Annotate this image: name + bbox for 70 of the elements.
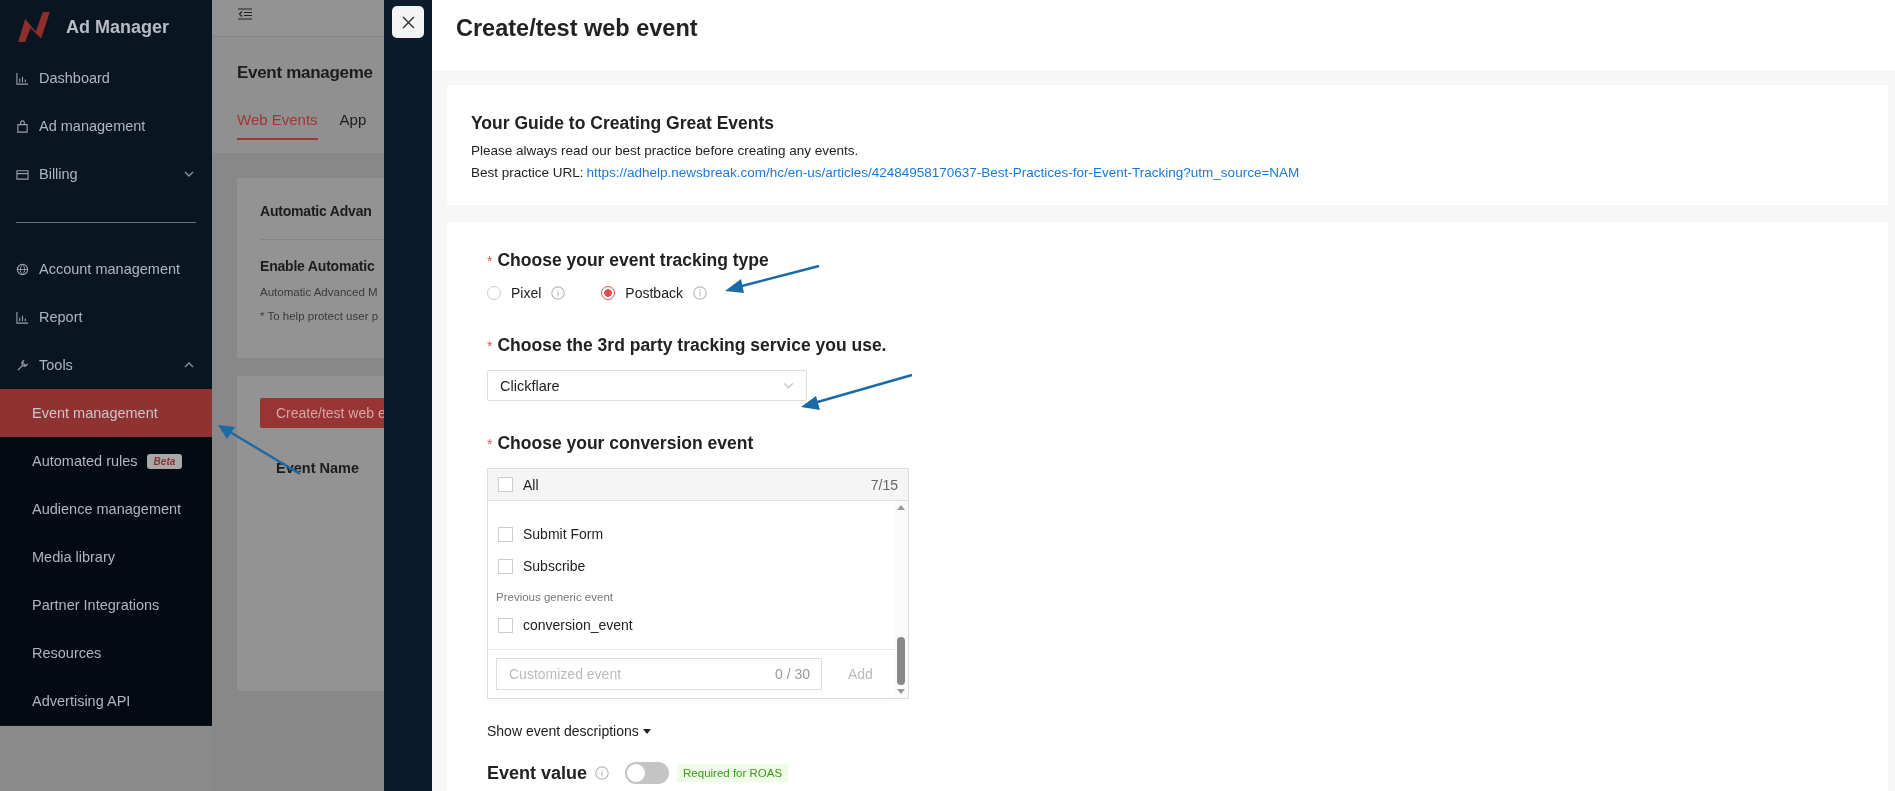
info-icon (595, 766, 610, 780)
guide-text: Please always read our best practice before creating any events. (471, 142, 860, 160)
bag-icon (16, 119, 29, 133)
radio-label[interactable]: Postback (625, 285, 683, 301)
group-label: Previous generic event (495, 590, 614, 605)
checkbox-label[interactable]: conversion_event (523, 617, 633, 633)
wrench-icon (16, 358, 29, 372)
checkbox-label[interactable]: Submit Form (523, 526, 604, 542)
radio-label[interactable]: Pixel (511, 285, 542, 301)
sidebar-item[interactable]: Partner Integrations (0, 581, 212, 629)
selection-count: 7/15 (870, 476, 898, 493)
sidebar-item[interactable]: Tools (0, 341, 212, 389)
guide-title: Your Guide to Creating Great Events (471, 113, 776, 134)
field-label: Choose your conversion event (497, 433, 754, 454)
bar-chart-icon (16, 71, 29, 85)
required-mark: * (487, 338, 493, 354)
card-title: Automatic Advan (260, 203, 373, 219)
info-icon (551, 286, 566, 300)
scroll-down-icon[interactable] (897, 689, 905, 694)
checkbox-label[interactable]: All (523, 476, 539, 493)
sidebar-item[interactable]: Automated rules Beta (0, 437, 212, 485)
globe-icon (16, 262, 29, 276)
sidebar-item[interactable]: Advertising API (0, 677, 212, 725)
checkbox[interactable] (498, 617, 513, 633)
caret-icon (642, 728, 651, 734)
close-icon (401, 15, 415, 29)
sidebar-item[interactable]: Billing (0, 150, 212, 198)
card-description: Automatic Advanced M (260, 286, 379, 298)
bar-chart-icon (16, 310, 29, 324)
best-practice-link[interactable]: https://adhelp.newsbreak.com/hc/en-us/articles/42484958170637-Best-Practices-for-Event-Tracking?utm_source=NAM (586, 165, 1300, 180)
logo-icon (16, 12, 52, 42)
service-select[interactable]: Clickflare (487, 370, 807, 401)
sidebar-item[interactable]: Account management (0, 245, 212, 293)
checkbox[interactable] (498, 477, 513, 492)
show-descriptions-link[interactable]: Show event descriptions (487, 723, 651, 739)
required-mark: * (487, 436, 493, 452)
sidebar-item[interactable]: Event management (0, 389, 212, 437)
sidebar-item[interactable]: Resources (0, 629, 212, 677)
sidebar-item[interactable]: Ad management (0, 102, 212, 150)
close-button[interactable] (392, 6, 424, 38)
field-label: Event value (487, 762, 588, 784)
card-icon (16, 167, 29, 181)
card-note: * To help protect user p (260, 310, 380, 322)
chevron-icon (783, 382, 794, 389)
required-mark: * (487, 253, 493, 269)
roas-tag: Required for ROAS (677, 764, 789, 782)
sidebar-item[interactable]: Audience management (0, 485, 212, 533)
drawer-title: Create/test web event (432, 0, 1895, 70)
tab[interactable]: App (339, 111, 367, 140)
field-label: Choose the 3rd party tracking service you use. (497, 335, 887, 356)
checkbox[interactable] (498, 558, 513, 574)
info-icon (692, 286, 707, 300)
card-subtitle: Enable Automatic (260, 258, 376, 274)
sidebar-item[interactable]: Dashboard (0, 54, 212, 102)
scrollbar-thumb[interactable] (897, 637, 905, 685)
field-label: Choose your event tracking type (497, 250, 769, 271)
brand-name: Ad Manager (66, 16, 170, 38)
page-title: Event manageme (237, 63, 374, 83)
beta-badge: Beta (146, 453, 183, 469)
scroll-up-icon[interactable] (897, 505, 905, 510)
radio-button[interactable] (601, 286, 616, 300)
sidebar-item[interactable]: Media library (0, 533, 212, 581)
character-counter: 0 / 30 (774, 666, 810, 682)
checkbox-label[interactable]: Subscribe (523, 558, 586, 574)
url-label: Best practice URL: (471, 165, 584, 180)
menu-icon[interactable] (238, 8, 252, 20)
sidebar-item[interactable]: Report (0, 293, 212, 341)
scrollbar[interactable] (894, 501, 908, 698)
checkbox[interactable] (498, 526, 513, 542)
toggle-switch[interactable] (625, 762, 670, 784)
